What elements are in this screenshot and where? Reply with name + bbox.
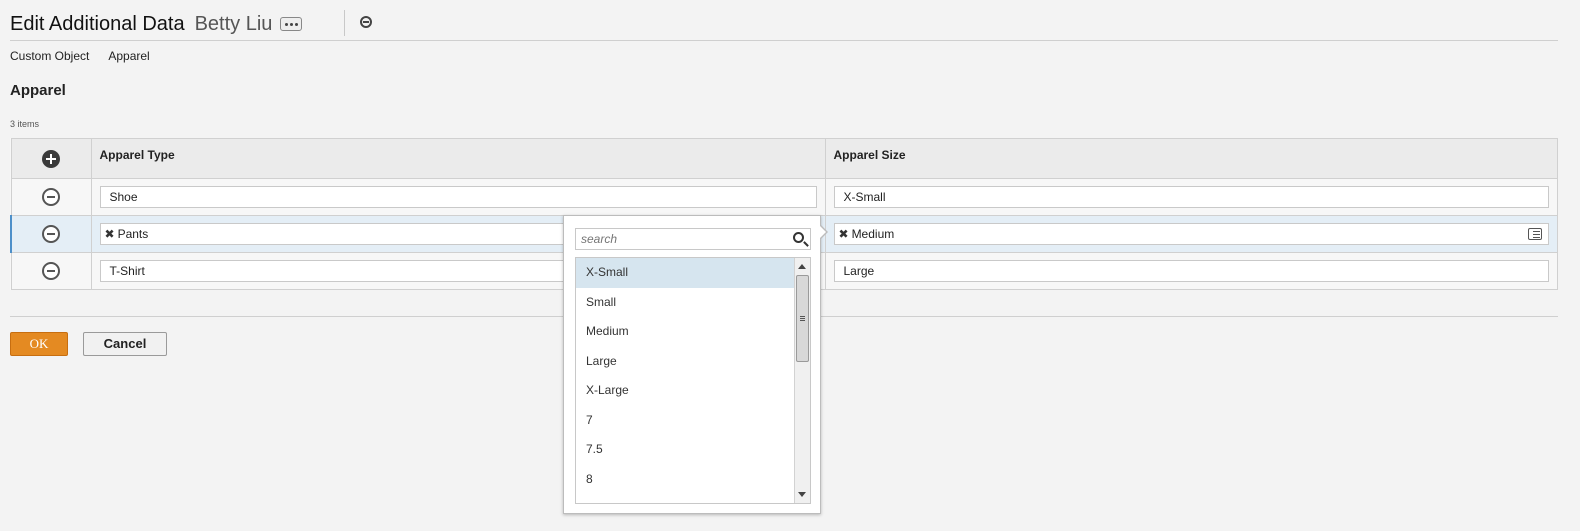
option-item[interactable]: 7.5: [576, 435, 795, 465]
cancel-button[interactable]: Cancel: [83, 332, 167, 356]
breadcrumb-custom-object[interactable]: Custom Object: [10, 49, 89, 63]
apparel-type-value: Pants: [117, 227, 149, 241]
header-divider-line: [10, 40, 1558, 41]
clear-value-icon[interactable]: ✖: [839, 224, 849, 244]
size-cell: X-Small: [824, 178, 1558, 216]
picklist-icon[interactable]: [1528, 228, 1542, 240]
column-header-apparel-type: Apparel Type: [90, 138, 826, 179]
remove-row-icon[interactable]: [42, 187, 60, 206]
option-item[interactable]: X-Small: [576, 258, 795, 288]
apparel-size-value: Medium: [851, 227, 895, 241]
scroll-down-icon[interactable]: [798, 492, 806, 497]
breadcrumb-apparel[interactable]: Apparel: [108, 49, 149, 63]
page-header: Edit Additional Data Betty Liu: [10, 10, 372, 38]
option-item[interactable]: Small: [576, 288, 795, 318]
table-row: Shoe X-Small: [10, 178, 1558, 216]
subject-name: Betty Liu: [194, 12, 273, 35]
search-input[interactable]: [575, 228, 811, 250]
remove-row-icon[interactable]: [42, 261, 60, 280]
scroll-up-icon[interactable]: [798, 264, 806, 269]
section-title: Apparel: [10, 82, 66, 99]
option-item[interactable]: Large: [576, 347, 795, 377]
options-scrollbar[interactable]: [794, 258, 810, 503]
remove-cell: [10, 252, 92, 290]
size-cell: Large: [824, 252, 1558, 290]
more-dots-icon[interactable]: [280, 17, 303, 31]
size-cell: ✖ Medium: [824, 215, 1558, 253]
item-count: 3 items: [10, 119, 40, 129]
type-cell: Shoe: [90, 178, 826, 216]
apparel-size-field[interactable]: Large: [833, 260, 1549, 282]
option-item[interactable]: Medium: [576, 317, 795, 347]
apparel-type-field[interactable]: Shoe: [99, 186, 817, 208]
breadcrumb: Custom Object Apparel: [10, 49, 150, 63]
option-item[interactable]: 7: [576, 406, 795, 436]
add-row-cell: [10, 138, 92, 179]
option-item[interactable]: X-Large: [576, 376, 795, 406]
remove-cell: [10, 178, 92, 216]
header-divider: [344, 10, 345, 36]
link-icon[interactable]: [360, 16, 372, 28]
apparel-size-field[interactable]: ✖ Medium: [833, 223, 1549, 245]
option-item[interactable]: 8: [576, 465, 795, 495]
column-header-apparel-size: Apparel Size: [824, 138, 1558, 179]
add-row-icon[interactable]: [42, 149, 60, 168]
popup-arrow: [819, 224, 828, 240]
ok-button[interactable]: OK: [10, 332, 68, 356]
option-item[interactable]: 8.5: [576, 494, 795, 503]
clear-value-icon[interactable]: ✖: [105, 224, 115, 244]
size-dropdown-popup: X-Small Small Medium Large X-Large 7 7.5…: [563, 215, 828, 514]
table-header-row: Apparel Type Apparel Size: [10, 138, 1558, 179]
apparel-size-field[interactable]: X-Small: [833, 186, 1549, 208]
search-icon[interactable]: [793, 232, 804, 243]
scroll-thumb[interactable]: [796, 275, 809, 362]
remove-cell: [10, 215, 92, 253]
options-list: X-Small Small Medium Large X-Large 7 7.5…: [575, 257, 811, 504]
remove-row-icon[interactable]: [42, 224, 61, 243]
page-title: Edit Additional Data: [10, 12, 185, 35]
